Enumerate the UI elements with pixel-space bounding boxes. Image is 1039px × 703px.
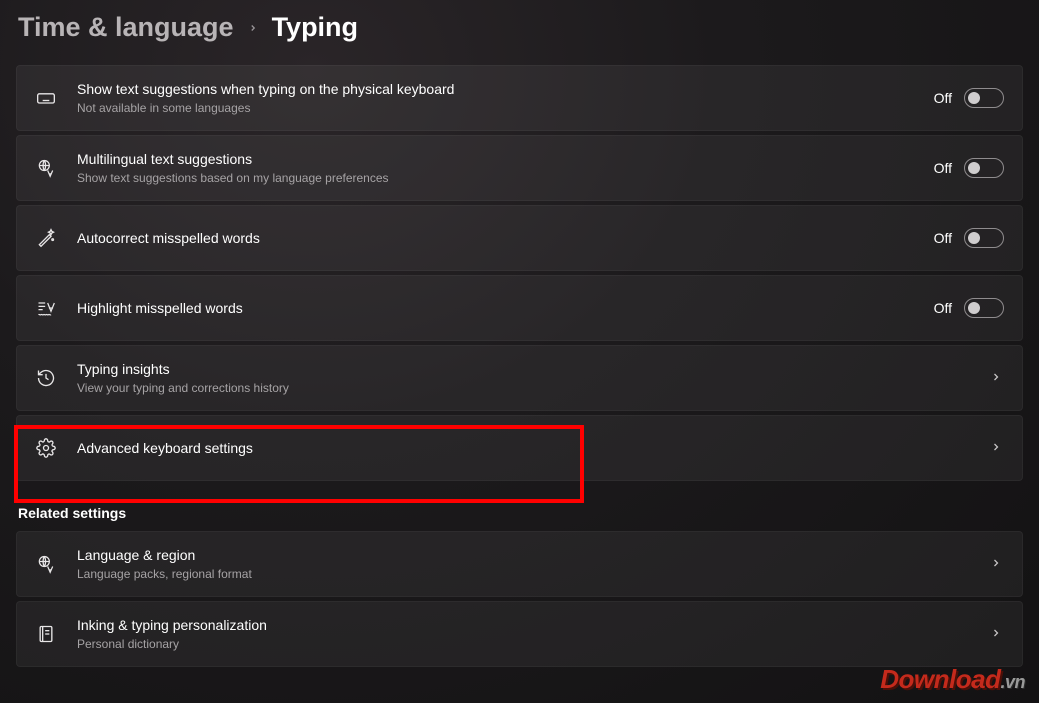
- setting-autocorrect[interactable]: Autocorrect misspelled words Off: [16, 205, 1023, 271]
- breadcrumb: Time & language Typing: [16, 12, 1023, 43]
- toggle-switch[interactable]: [964, 88, 1004, 108]
- setting-subtitle: Language packs, regional format: [77, 566, 988, 582]
- setting-title: Language & region: [77, 546, 988, 565]
- setting-title: Show text suggestions when typing on the…: [77, 80, 934, 99]
- setting-language-region[interactable]: Language & region Language packs, region…: [16, 531, 1023, 597]
- toggle-switch[interactable]: [964, 158, 1004, 178]
- watermark-main: Download: [880, 664, 1000, 694]
- setting-title: Multilingual text suggestions: [77, 150, 934, 169]
- toggle-label: Off: [934, 90, 952, 106]
- setting-text-suggestions-physical[interactable]: Show text suggestions when typing on the…: [16, 65, 1023, 131]
- text-underline-icon: [35, 297, 57, 319]
- chevron-right-icon: [988, 441, 1004, 456]
- setting-subtitle: View your typing and corrections history: [77, 380, 988, 396]
- page-title: Typing: [272, 12, 358, 43]
- setting-title: Typing insights: [77, 360, 988, 379]
- toggle-label: Off: [934, 230, 952, 246]
- dictionary-icon: [35, 623, 57, 645]
- setting-title: Autocorrect misspelled words: [77, 229, 934, 248]
- setting-typing-insights[interactable]: Typing insights View your typing and cor…: [16, 345, 1023, 411]
- toggle-switch[interactable]: [964, 228, 1004, 248]
- setting-title: Advanced keyboard settings: [77, 439, 988, 458]
- watermark: Download.vn: [880, 664, 1025, 695]
- toggle-label: Off: [934, 160, 952, 176]
- globe-translate-icon: [35, 553, 57, 575]
- setting-title: Inking & typing personalization: [77, 616, 988, 635]
- setting-subtitle: Not available in some languages: [77, 100, 934, 116]
- setting-subtitle: Personal dictionary: [77, 636, 988, 652]
- watermark-suffix: .vn: [1000, 672, 1025, 692]
- toggle-label: Off: [934, 300, 952, 316]
- globe-translate-icon: [35, 157, 57, 179]
- related-settings-list: Language & region Language packs, region…: [16, 531, 1023, 667]
- related-settings-heading: Related settings: [18, 505, 1023, 521]
- gear-icon: [35, 437, 57, 459]
- keyboard-icon: [35, 87, 57, 109]
- chevron-right-icon: [248, 20, 258, 36]
- settings-list: Show text suggestions when typing on the…: [16, 65, 1023, 481]
- chevron-right-icon: [988, 371, 1004, 386]
- wand-icon: [35, 227, 57, 249]
- setting-inking-personalization[interactable]: Inking & typing personalization Personal…: [16, 601, 1023, 667]
- setting-highlight-misspelled[interactable]: Highlight misspelled words Off: [16, 275, 1023, 341]
- history-icon: [35, 367, 57, 389]
- setting-advanced-keyboard[interactable]: Advanced keyboard settings: [16, 415, 1023, 481]
- setting-subtitle: Show text suggestions based on my langua…: [77, 170, 934, 186]
- breadcrumb-parent[interactable]: Time & language: [18, 12, 234, 43]
- setting-multilingual-suggestions[interactable]: Multilingual text suggestions Show text …: [16, 135, 1023, 201]
- toggle-switch[interactable]: [964, 298, 1004, 318]
- chevron-right-icon: [988, 627, 1004, 642]
- chevron-right-icon: [988, 557, 1004, 572]
- setting-title: Highlight misspelled words: [77, 299, 934, 318]
